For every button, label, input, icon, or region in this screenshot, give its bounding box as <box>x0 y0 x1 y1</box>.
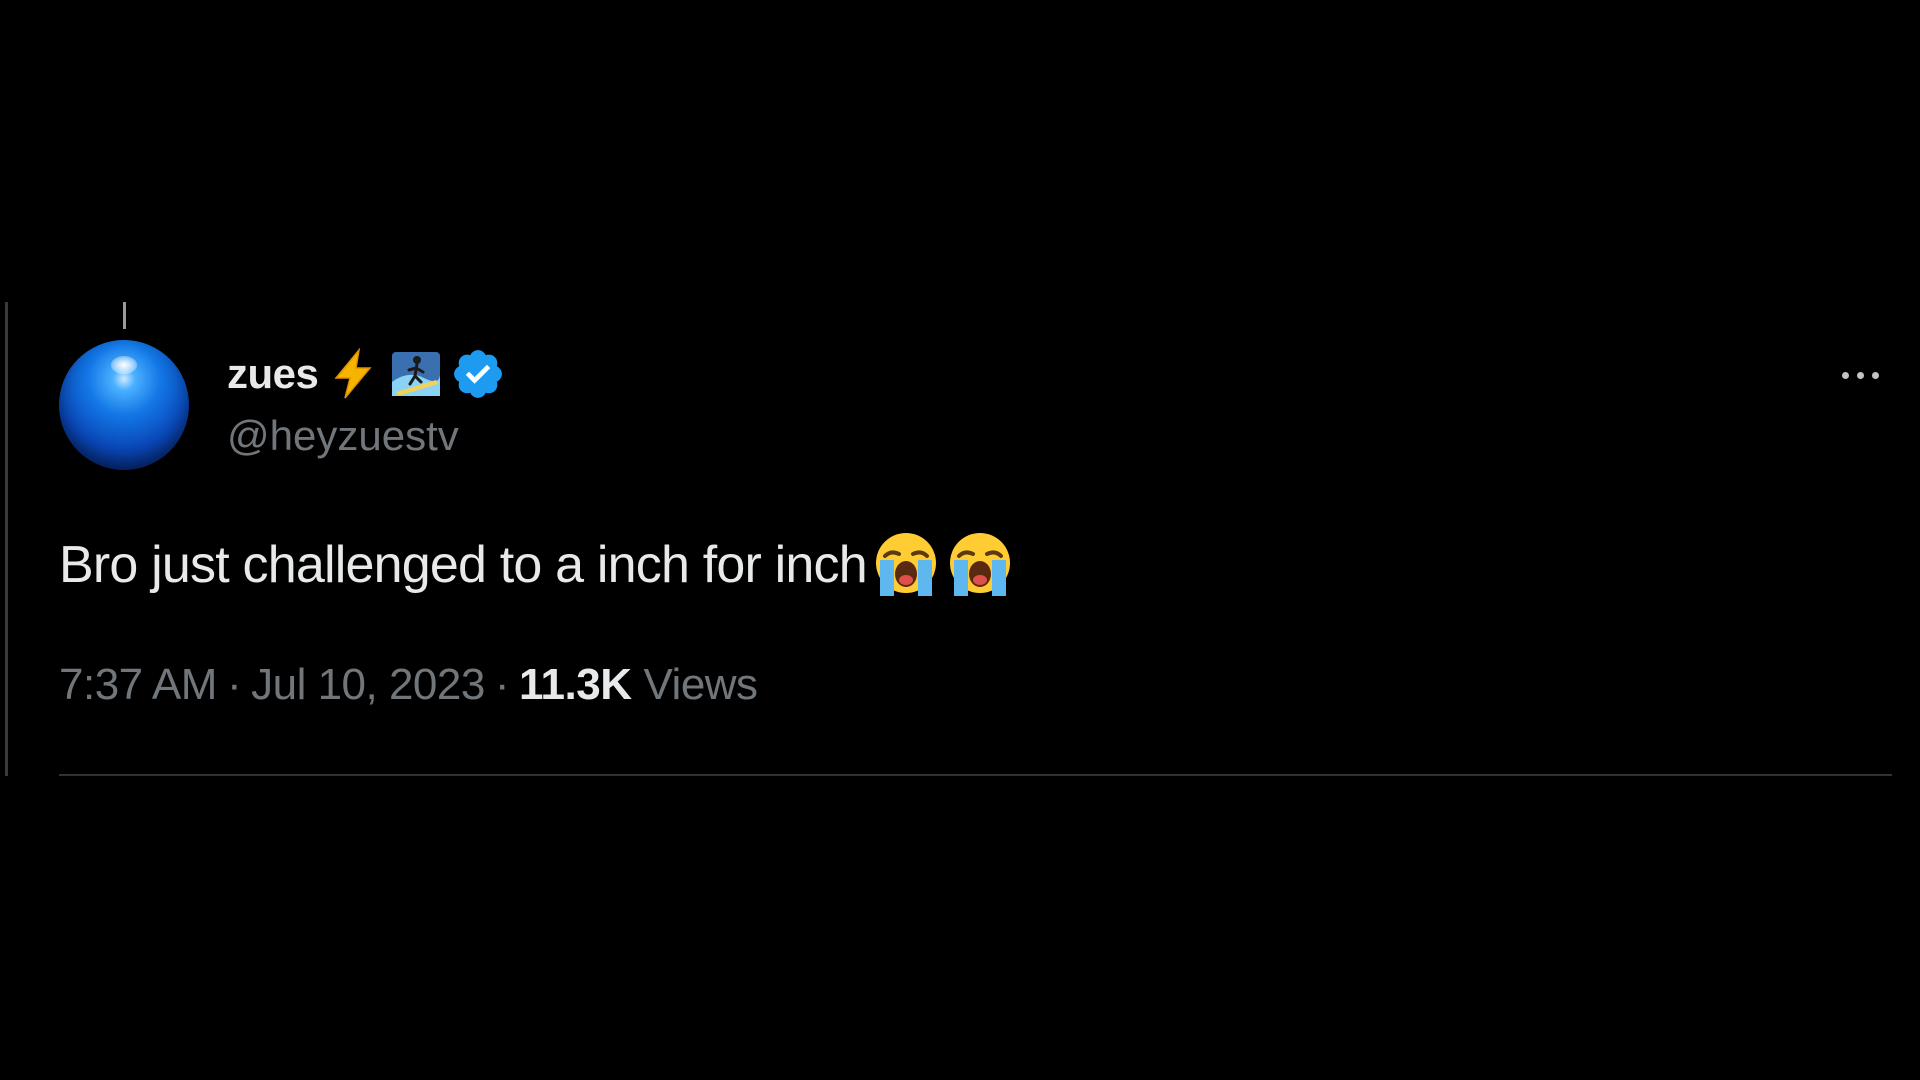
person-surfing-icon <box>390 348 442 400</box>
meta-separator: · <box>494 660 510 709</box>
author-name-row[interactable]: zues <box>227 343 506 405</box>
loudly-crying-face-icon <box>945 530 1015 600</box>
avatar-highlight <box>111 356 137 374</box>
more-dot-icon <box>1856 371 1864 379</box>
meta-separator: · <box>226 660 242 709</box>
lightning-bolt-icon <box>328 347 380 400</box>
tweet-text: Bro just challenged to a inch for inch <box>59 536 868 594</box>
divider <box>59 774 1892 776</box>
avatar[interactable] <box>59 340 189 470</box>
more-options-button[interactable] <box>1830 355 1890 395</box>
tweet-date[interactable]: Jul 10, 2023 <box>251 660 485 710</box>
left-border <box>5 302 8 776</box>
more-dot-icon <box>1871 371 1879 379</box>
views-label: Views <box>643 660 758 709</box>
tweet-time[interactable]: 7:37 AM <box>59 660 217 710</box>
tweet-body: Bro just challenged to a inch for inch <box>59 530 1015 600</box>
display-name[interactable]: zues <box>227 350 319 398</box>
tweet-metadata: 7:37 AM · Jul 10, 2023 · 11.3K Views <box>59 660 758 710</box>
tweet-detail-view: zues @heyzuestv Bro just challenged to a… <box>0 0 1920 1080</box>
more-dot-icon <box>1841 371 1849 379</box>
views-count[interactable]: 11.3K <box>519 660 632 710</box>
verified-badge-icon[interactable] <box>450 346 506 402</box>
thread-connector-line <box>123 302 126 329</box>
loudly-crying-face-icon <box>871 530 941 600</box>
author-handle[interactable]: @heyzuestv <box>227 412 459 460</box>
